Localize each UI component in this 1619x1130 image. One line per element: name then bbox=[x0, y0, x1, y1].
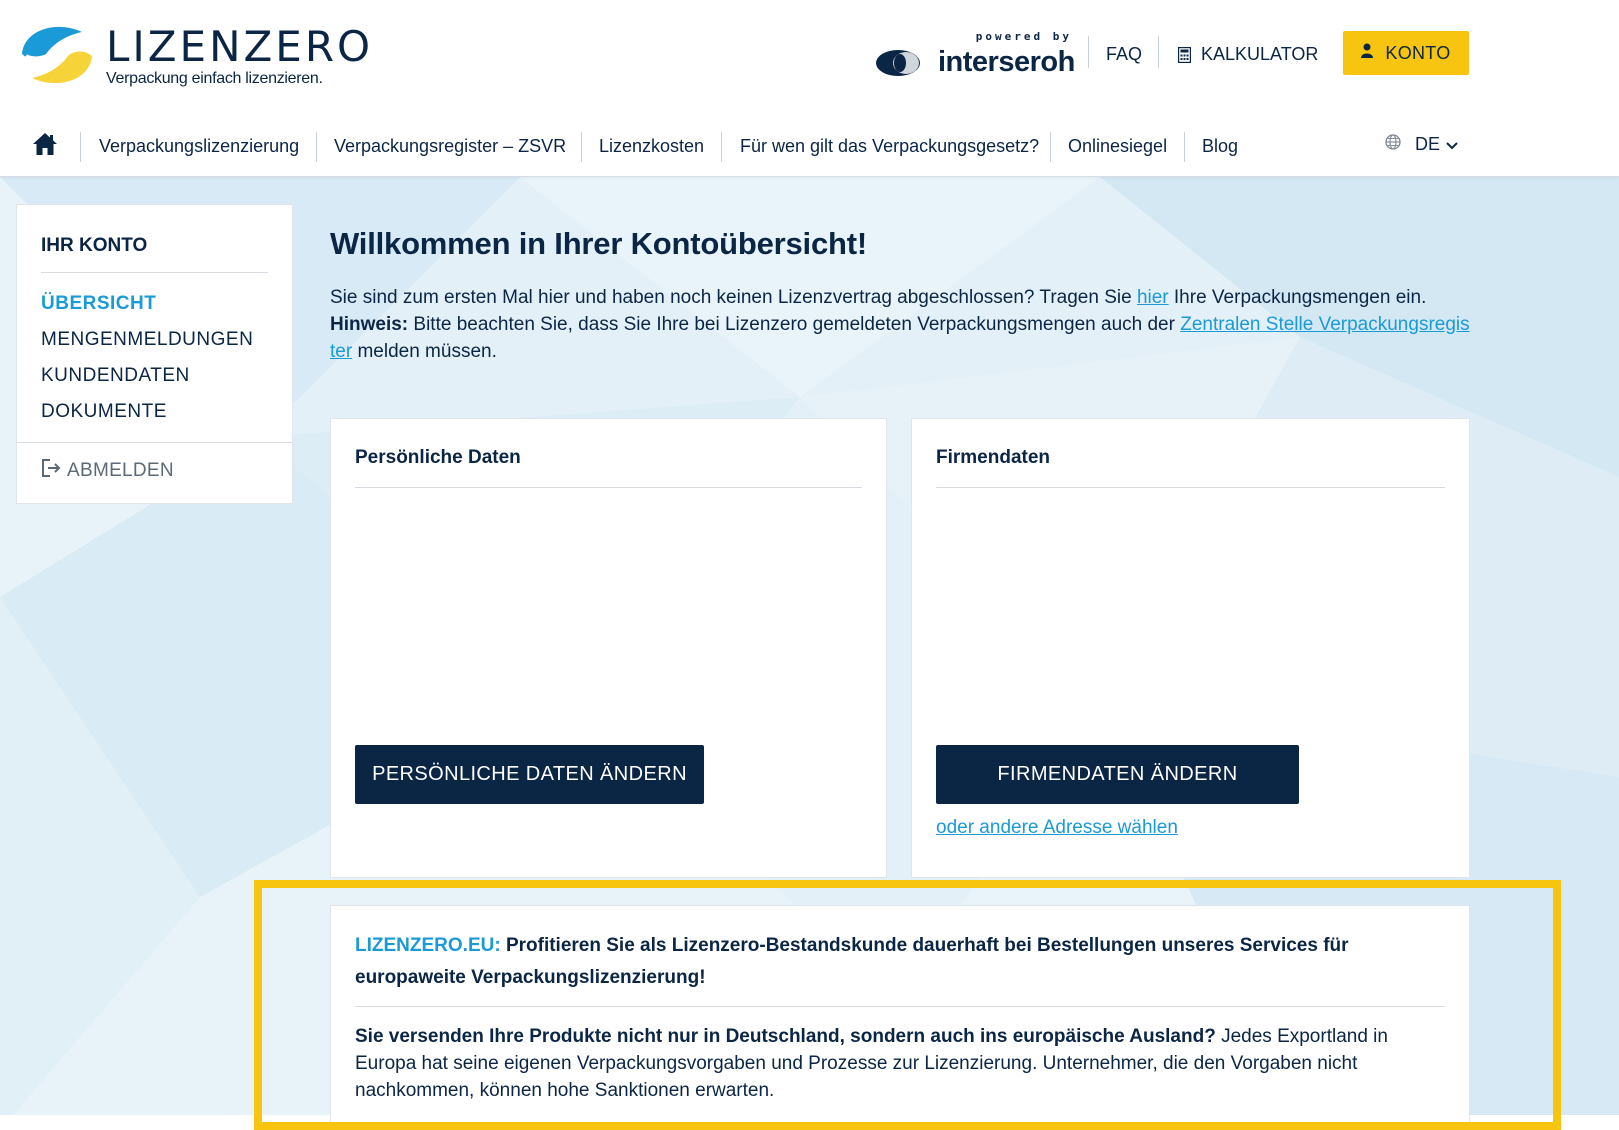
personal-data-title: Persönliche Daten bbox=[355, 447, 521, 468]
promo-body: Sie versenden Ihre Produkte nicht nur in… bbox=[355, 1023, 1435, 1104]
personal-data-card: Persönliche Daten PERSÖNLICHE DATEN ÄNDE… bbox=[330, 418, 887, 878]
sidebar-divider bbox=[17, 442, 292, 443]
sidebar-item-customer-data[interactable]: KUNDENDATEN bbox=[41, 365, 190, 387]
nav-item-packaging-register[interactable]: Verpackungsregister – ZSVR bbox=[334, 136, 566, 157]
hint-text-end: melden müssen. bbox=[352, 341, 497, 362]
nav-separator bbox=[1050, 132, 1051, 162]
lizenzero-eu-promo-card: LIZENZERO.EU: Profitieren Sie als Lizenz… bbox=[330, 905, 1470, 1130]
calculator-link[interactable]: KALKULATOR bbox=[1178, 44, 1318, 65]
card-divider bbox=[355, 1006, 1445, 1007]
promo-headline: LIZENZERO.EU: Profitieren Sie als Lizenz… bbox=[355, 930, 1415, 994]
account-button[interactable]: KONTO bbox=[1343, 31, 1469, 75]
home-link[interactable] bbox=[32, 132, 58, 161]
nav-separator bbox=[721, 132, 722, 162]
logout-icon bbox=[41, 458, 61, 484]
sidebar-divider bbox=[41, 272, 268, 273]
interseroh-logo-icon bbox=[876, 50, 920, 76]
nav-separator bbox=[581, 132, 582, 162]
logo-brand-text: LIZENZERO bbox=[106, 22, 374, 71]
header-separator bbox=[1088, 36, 1089, 68]
lizenzero-logo[interactable]: LIZENZERO Verpackung einfach lizenzieren… bbox=[16, 20, 370, 92]
promo-headline-text: Profitieren Sie als Lizenzero-Bestandsku… bbox=[355, 935, 1349, 988]
hint-text: Bitte beachten Sie, dass Sie Ihre bei Li… bbox=[408, 314, 1181, 335]
home-icon bbox=[32, 133, 58, 160]
logo-tagline: Verpackung einfach lizenzieren. bbox=[106, 70, 323, 87]
intro-first-visit-text: Sie sind zum ersten Mal hier und haben n… bbox=[330, 287, 1137, 308]
site-header: LIZENZERO Verpackung einfach lizenzieren… bbox=[0, 0, 1619, 177]
edit-company-data-button[interactable]: FIRMENDATEN ÄNDERN bbox=[936, 745, 1299, 804]
sidebar-item-documents[interactable]: DOKUMENTE bbox=[41, 401, 167, 423]
promo-brand-tag: LIZENZERO.EU: bbox=[355, 935, 501, 956]
header-separator bbox=[1158, 36, 1159, 68]
promo-body-lead: Sie versenden Ihre Produkte nicht nur in… bbox=[355, 1026, 1216, 1047]
page-title: Willkommen in Ihrer Kontoübersicht! bbox=[330, 226, 867, 261]
logout-label: ABMELDEN bbox=[67, 460, 174, 481]
intro-text: Sie sind zum ersten Mal hier und haben n… bbox=[330, 284, 1470, 365]
calculator-icon bbox=[1178, 46, 1191, 63]
hint-label: Hinweis: bbox=[330, 314, 409, 335]
account-sidebar: IHR KONTO ÜBERSICHT MENGENMELDUNGEN KUND… bbox=[16, 204, 293, 504]
nav-item-who-is-affected[interactable]: Für wen gilt das Verpackungsgesetz? bbox=[740, 136, 1039, 157]
powered-by-label: powered by bbox=[975, 30, 1072, 43]
nav-item-license-costs[interactable]: Lizenzkosten bbox=[599, 136, 704, 157]
company-data-title: Firmendaten bbox=[936, 447, 1051, 468]
language-selector[interactable]: DE bbox=[1385, 134, 1458, 155]
sidebar-title: IHR KONTO bbox=[41, 235, 148, 256]
user-icon bbox=[1361, 43, 1374, 64]
choose-other-address-link[interactable]: oder andere Adresse wählen bbox=[936, 817, 1178, 839]
card-divider bbox=[936, 487, 1445, 488]
nav-item-blog[interactable]: Blog bbox=[1202, 136, 1238, 157]
faq-link-label: FAQ bbox=[1106, 44, 1143, 64]
calculator-link-label: KALKULATOR bbox=[1201, 44, 1319, 64]
sidebar-item-quantity-reports[interactable]: MENGENMELDUNGEN bbox=[41, 329, 253, 351]
nav-item-packaging-licensing[interactable]: Verpackungslizenzierung bbox=[99, 136, 299, 157]
company-data-card: Firmendaten FIRMENDATEN ÄNDERN oder ande… bbox=[911, 418, 1470, 878]
lizenzero-logo-mark bbox=[22, 26, 94, 84]
card-divider bbox=[355, 487, 862, 488]
account-button-label: KONTO bbox=[1385, 42, 1451, 63]
chevron-down-icon bbox=[1446, 134, 1458, 155]
logout-link[interactable]: ABMELDEN bbox=[41, 458, 174, 484]
sidebar-item-overview[interactable]: ÜBERSICHT bbox=[41, 293, 156, 315]
powered-by-interseroh[interactable]: powered by interseroh bbox=[876, 30, 1075, 82]
main-navigation: Verpackungslizenzierung Verpackungsregis… bbox=[0, 126, 1619, 166]
edit-personal-data-button[interactable]: PERSÖNLICHE DATEN ÄNDERN bbox=[355, 745, 704, 804]
nav-separator bbox=[80, 132, 81, 162]
nav-separator bbox=[316, 132, 317, 162]
enter-quantities-link[interactable]: hier bbox=[1137, 287, 1169, 308]
globe-icon bbox=[1385, 134, 1401, 155]
nav-item-online-seal[interactable]: Onlinesiegel bbox=[1068, 136, 1167, 157]
language-label: DE bbox=[1415, 134, 1441, 154]
faq-link[interactable]: FAQ bbox=[1106, 44, 1142, 65]
nav-separator bbox=[1184, 132, 1185, 162]
interseroh-name: interseroh bbox=[938, 46, 1075, 78]
intro-first-visit-text-end: Ihre Verpackungsmengen ein. bbox=[1168, 287, 1427, 308]
